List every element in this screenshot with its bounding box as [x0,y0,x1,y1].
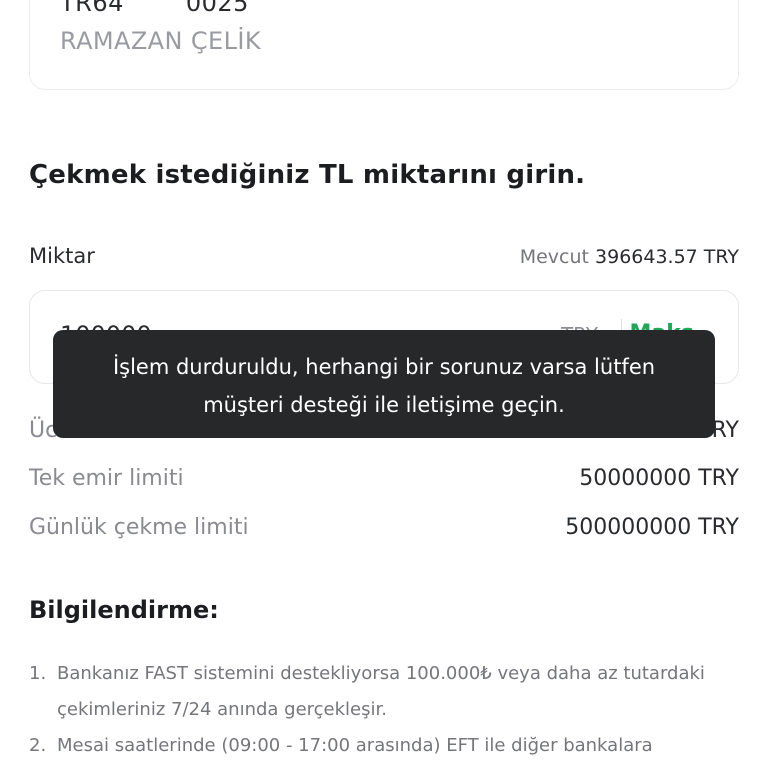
recipient-account-card[interactable]: TR64 0025 RAMAZAN ÇELİK [29,0,739,90]
info-item-number: 1. [29,663,47,684]
info-item: 2. Mesai saatlerinde (09:00 - 17:00 aras… [29,728,739,764]
page-title: Çekmek istediğiniz TL miktarını girin. [29,160,586,190]
iban-number: TR64 0025 [60,0,249,17]
error-toast: İşlem durduruldu, herhangi bir sorunuz v… [53,330,715,438]
info-item-number: 2. [29,735,47,756]
withdraw-page: TR64 0025 RAMAZAN ÇELİK Çekmek istediğini… [0,0,768,768]
daily-withdraw-limit-label: Günlük çekme limiti [29,515,249,540]
info-item-text: Bankanız FAST sistemini destekliyorsa 10… [57,663,705,720]
info-item: 1. Bankanız FAST sistemini destekliyorsa… [29,656,739,728]
single-order-limit-row: Tek emir limiti 50000000 TRY [29,466,739,500]
info-title: Bilgilendirme: [29,596,219,624]
single-order-limit-label: Tek emir limiti [29,466,184,491]
amount-label: Miktar [29,244,95,268]
info-item-text: Mesai saatlerinde (09:00 - 17:00 arasınd… [57,735,653,756]
iban-part-bank: 0025 [185,0,249,17]
account-holder-name: RAMAZAN ÇELİK [60,27,261,55]
iban-part-country: TR64 [60,0,124,17]
info-list: 1. Bankanız FAST sistemini destekliyorsa… [29,656,739,764]
available-value: 396643.57 TRY [595,246,739,268]
toast-line-1: İşlem durduruldu, herhangi bir sorunuz v… [112,355,656,379]
single-order-limit-value: 50000000 TRY [579,466,739,491]
available-label: Mevcut [519,246,589,268]
toast-line-2: müşteri desteği ile iletişime geçin. [203,393,565,417]
daily-withdraw-limit-row: Günlük çekme limiti 500000000 TRY [29,515,739,549]
daily-withdraw-limit-value: 500000000 TRY [565,515,739,540]
available-balance: Mevcut 396643.57 TRY [520,246,739,268]
